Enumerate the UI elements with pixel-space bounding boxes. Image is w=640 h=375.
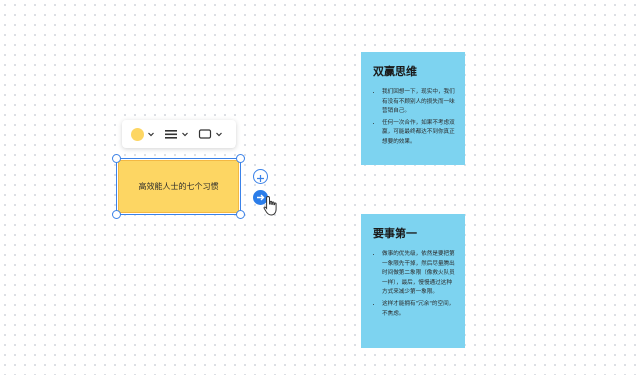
selected-sticky-note[interactable]: 高效能人士的七个习惯 — [118, 160, 239, 213]
sticky-card-win-win[interactable]: 双赢思维 我们回想一下，现实中，我们有没有不顾别人的损失而一味营销自己。 任何一… — [361, 52, 465, 165]
resize-handle-bottom-left[interactable] — [112, 210, 121, 219]
add-connected-node-button[interactable] — [253, 169, 268, 184]
fill-color-picker[interactable] — [122, 120, 156, 148]
resize-handle-bottom-right[interactable] — [236, 210, 245, 219]
chevron-down-icon — [182, 132, 188, 137]
line-style-icon — [165, 130, 177, 139]
rectangle-shape-icon — [198, 129, 212, 139]
hand-pointer-icon — [263, 195, 277, 216]
card-bullet-item: 我们回想一下，现实中，我们有没有不顾别人的损失而一味营销自己。 — [382, 88, 456, 117]
plus-circle-icon — [257, 175, 264, 182]
chevron-down-icon — [216, 132, 222, 137]
card-bullet-list: 我们回想一下，现实中，我们有没有不顾别人的损失而一味营销自己。 任何一次合作，如… — [373, 88, 456, 148]
sticky-card-first-things-first[interactable]: 要事第一 做事的优先级，依然是要把第一象限先干掉，然后尽量腾出时间做第二象限（像… — [361, 214, 465, 348]
resize-handle-top-left[interactable] — [112, 154, 121, 163]
chevron-down-icon — [148, 132, 154, 137]
format-toolbar — [122, 120, 236, 148]
color-circle-icon — [131, 127, 144, 141]
card-bullet-item: 这样才能拥有"冗余"的空间，不焦虑。 — [382, 300, 456, 319]
card-title: 双赢思维 — [373, 65, 417, 78]
shape-picker[interactable] — [190, 120, 224, 148]
line-style-picker[interactable] — [156, 120, 190, 148]
card-bullet-item: 任何一次合作，如果不考虑双赢，可能最终都达不到你真正想要的效果。 — [382, 119, 456, 148]
resize-handle-top-right[interactable] — [236, 154, 245, 163]
card-title: 要事第一 — [373, 227, 417, 240]
sticky-note-text: 高效能人士的七个习惯 — [138, 182, 219, 191]
card-bullet-item: 做事的优先级，依然是要把第一象限先干掉，然后尽量腾出时间做第二象限（像救火队员一… — [382, 250, 456, 298]
card-bullet-list: 做事的优先级，依然是要把第一象限先干掉，然后尽量腾出时间做第二象限（像救火队员一… — [373, 250, 456, 319]
